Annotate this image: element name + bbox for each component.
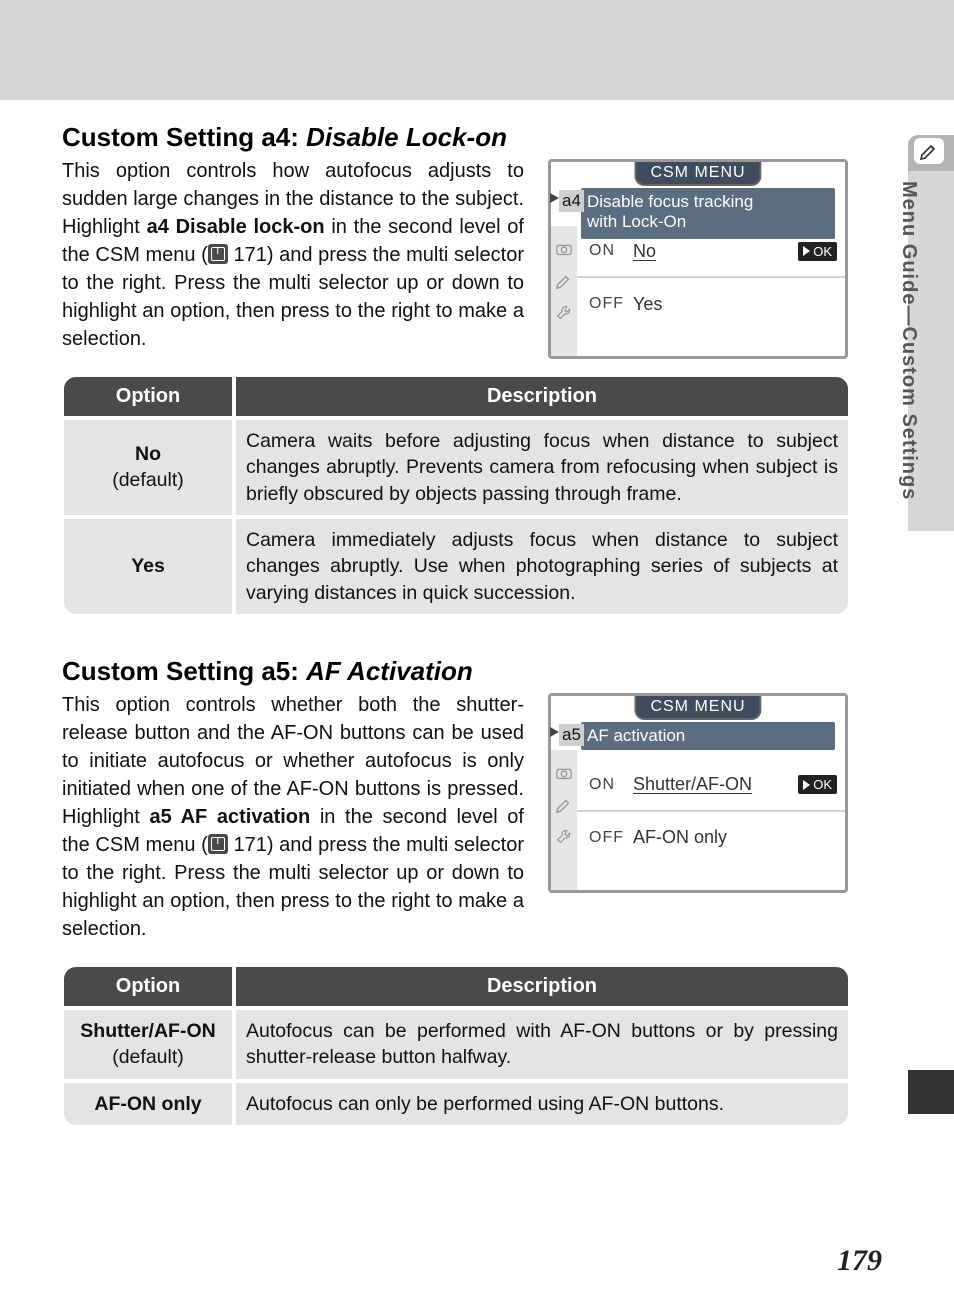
th-option-a5: Option	[62, 965, 234, 1008]
lcd-a5-row0-value: Shutter/AF-ON	[633, 774, 798, 795]
opt-label: Shutter/AF-ON	[74, 1018, 222, 1044]
lcd-a4-row0-flag: ON	[589, 242, 633, 260]
lcd-a4-title: CSM MENU	[634, 162, 761, 186]
lcd-a4-row1-flag: OFF	[589, 295, 633, 313]
opt-label: AF-ON only	[74, 1091, 222, 1117]
lcd-a5-row-on[interactable]: ON Shutter/AF-ON OK	[577, 760, 845, 812]
lcd-a4-row-on[interactable]: ON No OK	[577, 226, 845, 278]
heading-a4-prefix: Custom Setting a4:	[62, 122, 306, 152]
cross-reference-icon	[208, 834, 228, 854]
lcd-a4-rows: ON No OK OFF Yes	[577, 226, 845, 330]
heading-a4-name: Disable Lock-on	[306, 122, 507, 152]
heading-a5-name: AF Activation	[306, 656, 473, 686]
opt-label: No	[74, 441, 222, 467]
body-a4: This option controls how autofocus adjus…	[62, 157, 524, 353]
triangle-right-icon	[803, 246, 810, 256]
table-row: No (default) Camera waits before adjusti…	[62, 418, 850, 517]
lcd-a5-row-off[interactable]: OFF AF-ON only	[577, 812, 845, 864]
cross-reference-icon	[208, 244, 228, 264]
top-banner	[0, 0, 954, 100]
th-desc-a5: Description	[234, 965, 850, 1008]
th-desc-a4: Description	[234, 375, 850, 418]
desc-cell-a5-0: Autofocus can be performed with AF-ON bu…	[234, 1008, 850, 1081]
lcd-a4-code: a4	[559, 190, 584, 212]
lcd-a4-sidebar	[551, 226, 577, 356]
heading-a4: Custom Setting a4: Disable Lock-on	[62, 122, 850, 153]
opt-cell-a4-0: No (default)	[62, 418, 234, 517]
lcd-a5-row1-value: AF-ON only	[633, 827, 837, 848]
ok-indicator: OK	[798, 775, 837, 794]
desc-cell-a4-0: Camera waits before adjusting focus when…	[234, 418, 850, 517]
lcd-a4-row-off[interactable]: OFF Yes	[577, 278, 845, 330]
table-row: Yes Camera immediately adjusts focus whe…	[62, 517, 850, 616]
table-row: Shutter/AF-ON (default) Autofocus can be…	[62, 1008, 850, 1081]
lcd-a5-sidebar	[551, 750, 577, 890]
lcd-a4-row0-value: No	[633, 241, 798, 262]
lcd-a5-rows: ON Shutter/AF-ON OK OFF AF-ON only	[577, 750, 845, 864]
triangle-right-icon	[803, 780, 810, 790]
desc-cell-a5-1: Autofocus can only be performed using AF…	[234, 1081, 850, 1127]
wrench-icon	[555, 304, 573, 322]
lcd-a5-titlebar: CSM MENU a5 AF activation	[551, 696, 845, 750]
lcd-a5-subtitle: AF activation	[581, 722, 835, 750]
lcd-a4-row1-value: Yes	[633, 294, 837, 315]
pencil-icon	[914, 138, 944, 164]
pencil-small-icon	[555, 272, 573, 290]
table-row: AF-ON only Autofocus can only be perform…	[62, 1081, 850, 1127]
lcd-a5: CSM MENU a5 AF activation ON Shutter/AF-…	[548, 693, 848, 893]
camera-icon	[555, 240, 573, 258]
side-page-marker	[908, 1070, 954, 1114]
lcd-a4-titlebar: CSM MENU a4 Disable focus tracking with …	[551, 162, 845, 226]
body-a5-bold: a5 AF activation	[149, 806, 310, 828]
desc-cell-a4-1: Camera immediately adjusts focus when di…	[234, 517, 850, 616]
ok-indicator: OK	[798, 242, 837, 261]
table-a5: Option Description Shutter/AF-ON (defaul…	[62, 965, 850, 1127]
lcd-a5-title: CSM MENU	[634, 696, 761, 720]
side-tab-label: Menu Guide—Custom Settings	[897, 181, 920, 500]
side-tab: Menu Guide—Custom Settings	[900, 135, 954, 1135]
lcd-a4: CSM MENU a4 Disable focus tracking with …	[548, 159, 848, 359]
lcd-a5-code: a5	[559, 724, 584, 746]
page-number: 179	[837, 1244, 882, 1278]
body-a4-bold: a4 Disable lock-on	[147, 216, 325, 238]
ok-label: OK	[813, 777, 832, 792]
opt-sub: (default)	[74, 1044, 222, 1070]
wrench-icon	[555, 828, 573, 846]
heading-a5: Custom Setting a5: AF Activation	[62, 656, 850, 687]
table-a4: Option Description No (default) Camera w…	[62, 375, 850, 616]
camera-icon	[555, 764, 573, 782]
opt-cell-a4-1: Yes	[62, 517, 234, 616]
table-row: Option Description	[62, 375, 850, 418]
main-content: Custom Setting a4: Disable Lock-on This …	[62, 122, 850, 1127]
opt-sub: (default)	[74, 467, 222, 493]
side-tab-body: Menu Guide—Custom Settings	[908, 171, 954, 531]
opt-cell-a5-0: Shutter/AF-ON (default)	[62, 1008, 234, 1081]
th-option-a4: Option	[62, 375, 234, 418]
side-tab-badge	[908, 135, 954, 171]
lcd-a5-row1-flag: OFF	[589, 829, 633, 847]
table-row: Option Description	[62, 965, 850, 1008]
body-a5: This option controls whether both the sh…	[62, 691, 524, 943]
heading-a5-prefix: Custom Setting a5:	[62, 656, 306, 686]
opt-cell-a5-1: AF-ON only	[62, 1081, 234, 1127]
lcd-a5-row0-flag: ON	[589, 776, 633, 794]
pencil-small-icon	[555, 796, 573, 814]
ok-label: OK	[813, 244, 832, 259]
opt-label: Yes	[74, 553, 222, 579]
